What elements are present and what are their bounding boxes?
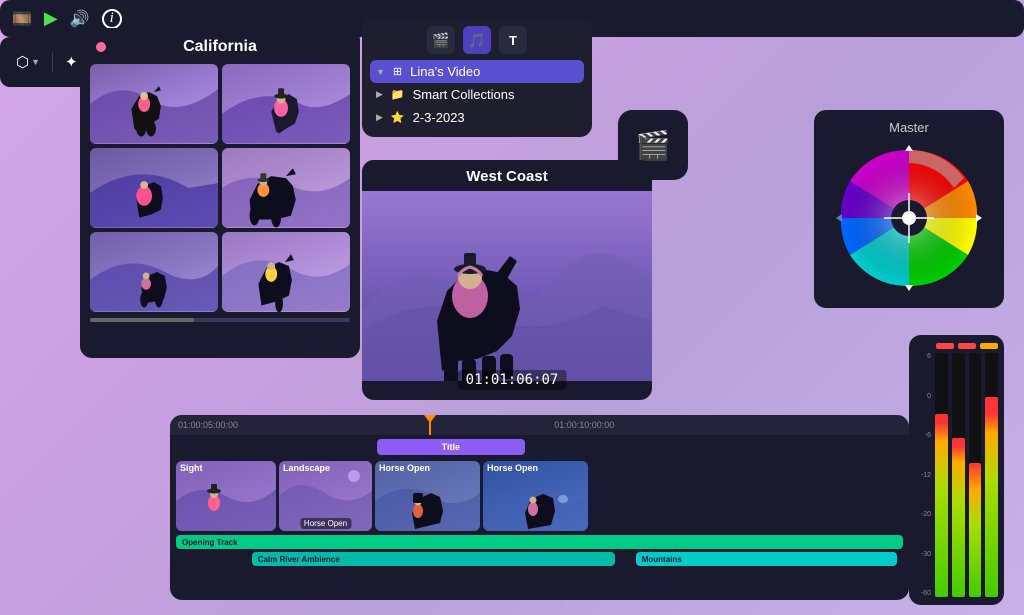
browser-tab-music[interactable]: 🎵 (463, 26, 491, 54)
chevron-1: ▼ (31, 57, 40, 67)
video-track: Sight Landscape Horse Open (176, 461, 903, 531)
preview-panel: West Coast (362, 160, 652, 400)
browser-item-date[interactable]: ▶ ⭐ 2-3-2023 (370, 106, 584, 129)
thumbnail-4[interactable] (222, 148, 350, 228)
playhead-triangle (424, 415, 436, 423)
scale-minus30: -30 (915, 551, 931, 558)
preview-video (362, 191, 652, 381)
video-clip-landscape[interactable]: Landscape Horse Open (279, 461, 372, 531)
library-dot (96, 42, 106, 52)
thumbnail-5[interactable] (90, 232, 218, 312)
scale-minus60: -60 (915, 590, 931, 597)
opening-track-label: Opening Track (176, 538, 238, 547)
scale-6: 6 (915, 353, 931, 360)
mountains-label: Mountains (636, 555, 682, 564)
timeline-ruler: 01:00:05:00:00 01:00:10:00:00 (170, 415, 909, 435)
audio-tracks: Opening Track Calm River Ambience Mounta… (176, 535, 903, 566)
separator-1 (52, 52, 53, 72)
thumbnail-grid (90, 64, 350, 312)
meter-bar-left (935, 414, 948, 597)
audio-row-2: Calm River Ambience Mountains (176, 552, 903, 566)
browser-item-date-label: 2-3-2023 (413, 110, 465, 125)
audio-meter-panel: 6 0 -6 -12 -20 -30 -60 (909, 335, 1004, 605)
video-clip-horse-1[interactable]: Horse Open (375, 461, 480, 531)
library-header: California (90, 38, 350, 56)
audio-spacer (176, 552, 249, 566)
audio-track-opening[interactable]: Opening Track (176, 535, 903, 549)
timeline-panel: 01:00:05:00:00 01:00:10:00:00 Title Sigh… (170, 415, 909, 600)
audio-gap (618, 552, 633, 566)
calm-river-label: Calm River Ambience (252, 555, 340, 564)
color-panel-title: Master (824, 120, 994, 135)
scale-0: 0 (915, 393, 931, 400)
arrow-right-icon-date: ▶ (376, 112, 383, 123)
clapper-icon: 🎬 (636, 129, 671, 162)
preview-title: West Coast (362, 160, 652, 191)
speaker-icon[interactable]: 🔊 (70, 9, 90, 29)
library-panel: California (80, 28, 360, 358)
info-icon[interactable]: i (102, 9, 122, 29)
thumbnail-2[interactable] (222, 64, 350, 144)
thumbnail-3[interactable] (90, 148, 218, 228)
browser-tabs: 🎬 🎵 T (370, 26, 584, 54)
ruler-time-1: 01:00:05:00:00 (178, 420, 238, 430)
browser-item-lina[interactable]: ▼ ⊞ Lina's Video (370, 60, 584, 83)
thumbnail-1[interactable] (90, 64, 218, 144)
title-clip-label: Title (442, 442, 460, 452)
landscape-clip-label: Landscape (283, 463, 330, 473)
horse-open-2-label: Horse Open (487, 463, 538, 473)
audio-track-calm-river[interactable]: Calm River Ambience (252, 552, 616, 566)
video-clip-horse-2[interactable]: Horse Open (483, 461, 588, 531)
meter-labels (915, 343, 998, 349)
meter-bar-4 (985, 397, 998, 597)
title-clip[interactable]: Title (377, 439, 525, 455)
meter-red-1 (936, 343, 954, 349)
scale-minus20: -20 (915, 511, 931, 518)
effect-icon: ✦ (65, 53, 78, 71)
thumbnail-6[interactable] (222, 232, 350, 312)
arrow-right-icon-smart: ▶ (376, 89, 383, 100)
scale-minus12: -12 (915, 472, 931, 479)
meter-orange (980, 343, 998, 349)
horse-open-label: Horse Open (300, 518, 351, 529)
browser-tab-text[interactable]: T (499, 26, 527, 54)
browser-item-smart[interactable]: ▶ 📁 Smart Collections (370, 83, 584, 106)
grid-icon: ⊞ (393, 65, 402, 78)
star-icon: ⭐ (391, 111, 405, 124)
arrow-down-icon: ▼ (376, 67, 385, 77)
color-wheel-container[interactable] (824, 143, 994, 298)
meter-red-2 (958, 343, 976, 349)
browser-item-smart-label: Smart Collections (413, 87, 515, 102)
transform-icon: ⬡ (16, 53, 29, 71)
play-triangle-icon[interactable]: ▶ (44, 8, 58, 29)
ruler-time-2: 01:00:10:00:00 (554, 420, 614, 430)
scale-minus6: -6 (915, 432, 931, 439)
video-clip-sight[interactable]: Sight (176, 461, 276, 531)
folder-icon: 📁 (391, 88, 405, 101)
browser-item-lina-label: Lina's Video (410, 64, 480, 79)
meter-bar-right (952, 438, 965, 597)
timecode-display: 01:01:06:07 (458, 370, 567, 390)
browser-tab-video[interactable]: 🎬 (427, 26, 455, 54)
meter-bar-3 (969, 463, 982, 597)
transform-tool[interactable]: ⬡ ▼ (10, 49, 46, 75)
color-wheel-svg[interactable] (834, 143, 984, 293)
browser-panel: 🎬 🎵 T ▼ ⊞ Lina's Video ▶ 📁 Smart Collect… (362, 18, 592, 137)
sight-clip-label: Sight (180, 463, 203, 473)
playhead[interactable] (429, 415, 431, 435)
library-title: California (183, 38, 257, 56)
audio-track-mountains[interactable]: Mountains (636, 552, 898, 566)
library-scrollbar[interactable] (90, 318, 350, 322)
color-panel: Master (814, 110, 1004, 308)
horse-open-1-label: Horse Open (379, 463, 430, 473)
film-icon[interactable]: 🎞️ (12, 9, 32, 29)
timeline-tracks: Title Sight Landscape (170, 435, 909, 570)
